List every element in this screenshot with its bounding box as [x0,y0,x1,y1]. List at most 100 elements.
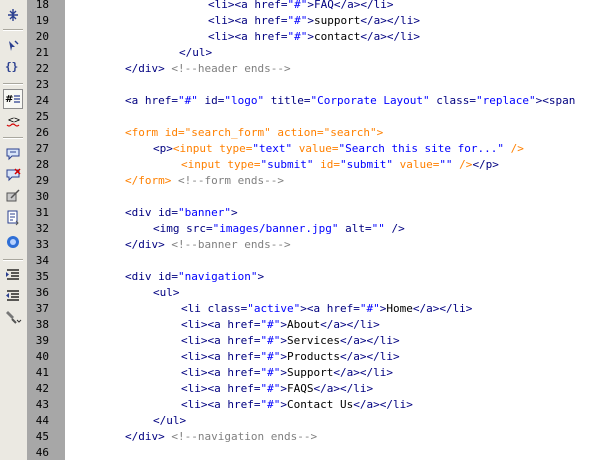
code-token: <li><a href= [181,382,261,395]
recent-snippets-icon[interactable] [3,208,23,228]
highlight-invalid-code-icon[interactable]: <> [3,110,23,130]
code-token: </a></li> [412,302,473,315]
line-number: 40 [35,350,49,363]
code-token: <!--header ends--> [164,62,291,75]
line-number: 38 [35,318,49,331]
code-line[interactable]: </div> <!--navigation ends--> [125,429,317,445]
code-token: <li><a href= [208,30,288,43]
code-line[interactable]: <img src="images/banner.jpg" alt="" /> [153,221,405,237]
code-token: Support [286,366,334,379]
code-token: <li><a href= [181,398,261,411]
line-numbers-icon[interactable]: # [3,89,23,109]
line-number-gutter: 18 19 20 21 22 23 24 25 26 27 28 29 30 31 32 33 34 35 36 37… [27,0,65,460]
code-line[interactable]: </div> <!--banner ends--> [125,237,291,253]
code-token: <div id= [125,270,178,283]
code-token: Contact Us [286,398,354,411]
code-token: "active" [247,302,301,315]
svg-text:#: # [5,94,13,105]
code-line[interactable]: <li><a href="#">Support</a></li> [181,365,393,381]
line-number: 41 [35,366,49,379]
code-token: > [230,206,238,219]
code-token: "logo" [224,94,265,107]
code-line[interactable]: <li><a href="#">About</a></li> [181,317,380,333]
code-token: </a></li> [339,350,400,363]
code-token: ><span [535,94,576,107]
code-token: <li><a href= [181,334,261,347]
code-line[interactable]: </ul> [153,413,186,429]
code-token: value= [292,142,339,155]
code-token: </div> [125,238,165,251]
line-number: 42 [35,382,49,395]
code-line[interactable]: </ul> [179,45,212,61]
line-number: 19 [35,14,49,27]
code-token: </a></li> [360,30,420,43]
code-token: "banner" [177,206,231,219]
code-token: </form> [125,174,172,187]
svg-text:{}: {} [5,60,18,73]
code-line[interactable]: </div> <!--header ends--> [125,61,291,77]
code-token: "" [371,222,385,235]
apply-comment-icon[interactable] [3,144,23,164]
code-editor[interactable]: <li><a href="#">FAQ</a></li> <li><a href=… [65,0,600,460]
code-token: /> [504,142,524,155]
code-token: "#" [177,94,198,107]
code-line[interactable]: <li><a href="#">contact</a></li> [208,29,420,45]
code-token: "#" [260,318,281,331]
code-token: <!--navigation ends--> [164,430,318,443]
code-line[interactable]: <li><a href="#">Contact Us</a></li> [181,397,413,413]
remove-comment-icon[interactable] [3,165,23,185]
code-token: support [313,14,361,27]
code-token: title= [264,94,311,107]
code-token: "#" [260,334,281,347]
coding-toolbar: {} # <> [0,0,27,460]
code-token: </a></li> [320,318,380,331]
code-token: <li><a href= [208,14,288,27]
code-token: "#" [287,14,308,27]
collapse-full-tag-icon[interactable] [3,5,23,25]
code-token: /> [384,222,405,235]
code-token: contact [313,30,361,43]
code-token: >FAQ</a></li> [307,0,394,11]
code-line[interactable]: <li><a href="#">Products</a></li> [181,349,400,365]
code-token: <input type= [181,158,261,171]
line-number: 32 [35,222,49,235]
toolbar-separator [3,137,23,139]
format-source-code-icon[interactable] [3,307,23,327]
code-line[interactable]: <p><input type="text" value="Search this… [153,141,524,157]
code-line[interactable]: <form id="search_form" action="search"> [125,125,383,141]
code-token: </ul> [179,46,213,59]
code-token: </a></li> [353,398,413,411]
code-token: "Search this site for..." [338,142,505,155]
code-line[interactable]: <div id="banner"> [125,205,238,221]
code-line[interactable]: <a href="#" id="logo" title="Corporate L… [125,93,575,109]
code-line[interactable]: <li><a href="#">Services</a></li> [181,333,400,349]
wrap-tag-icon[interactable] [3,186,23,206]
line-number: 46 [35,446,49,459]
indent-code-icon[interactable] [3,264,23,284]
select-parent-tag-icon[interactable] [3,36,23,56]
code-token: alt= [338,222,372,235]
code-token: <!--banner ends--> [164,238,291,251]
code-token: ><a href= [300,302,360,315]
code-line[interactable]: <li><a href="#">FAQ</a></li> [208,0,393,13]
code-line[interactable]: <ul> [153,285,180,301]
line-number: 36 [35,286,49,299]
code-line[interactable]: </form> <!--form ends--> [125,173,284,189]
line-number: 39 [35,334,49,347]
code-line[interactable]: <li><a href="#">FAQS</a></li> [181,381,373,397]
code-line[interactable]: <div id="navigation"> [125,269,264,285]
line-number: 20 [35,30,49,43]
code-line[interactable]: <input type="submit" id="submit" value="… [181,157,499,173]
code-token: <li class= [181,302,248,315]
code-line[interactable]: <li class="active"><a href="#">Home</a><… [181,301,472,317]
code-token: <p> [153,142,173,155]
line-number: 45 [35,430,49,443]
code-line[interactable]: <li><a href="#">support</a></li> [208,13,420,29]
balance-braces-icon[interactable]: {} [3,56,23,76]
code-token: "submit" [339,158,393,171]
code-token: > [280,334,287,347]
move-css-icon[interactable] [3,232,23,252]
line-number: 31 [35,206,49,219]
outdent-code-icon[interactable] [3,285,23,305]
code-token: "#" [260,350,281,363]
